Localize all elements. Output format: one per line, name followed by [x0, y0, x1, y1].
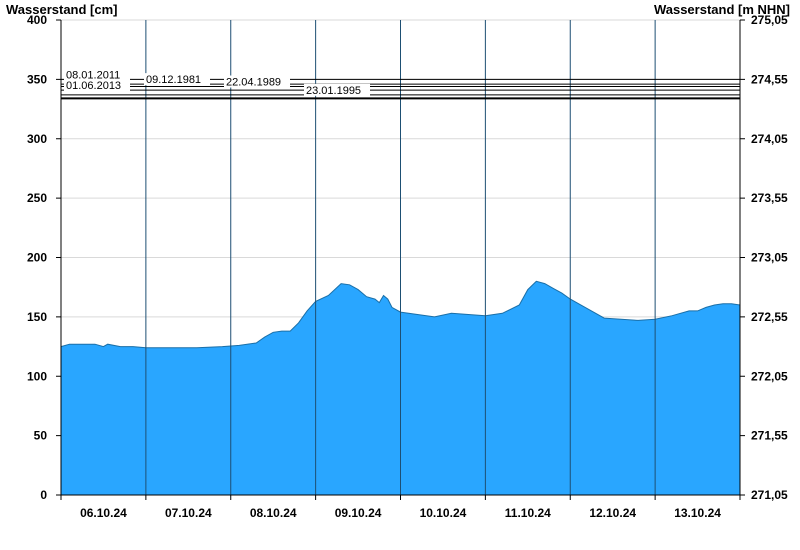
x-tick-label: 12.10.24: [589, 506, 636, 520]
y-tick-label-right: 271,55: [751, 429, 788, 443]
x-tick-label: 08.10.24: [250, 506, 297, 520]
y-tick-label-left: 200: [27, 251, 47, 265]
x-tick-label: 07.10.24: [165, 506, 212, 520]
historic-level-label: 09.12.1981: [146, 74, 201, 86]
historic-level-label: 01.06.2013: [66, 80, 121, 92]
x-tick-label: 13.10.24: [674, 506, 721, 520]
y-tick-label-right: 271,05: [751, 488, 788, 502]
x-tick-label: 06.10.24: [80, 506, 127, 520]
y-tick-label-right: 272,05: [751, 369, 788, 383]
historic-level-label: 22.04.1989: [226, 77, 281, 89]
y-tick-label-right: 273,05: [751, 251, 788, 265]
water-level-chart: Wasserstand [cm] Wasserstand [m NHN] 08.…: [6, 2, 790, 520]
y-tick-label-left: 300: [27, 132, 47, 146]
y-tick-label-right: 274,05: [751, 132, 788, 146]
y-tick-label-right: 272,55: [751, 310, 788, 324]
y-tick-label-left: 350: [27, 72, 47, 86]
y-tick-label-left: 100: [27, 369, 47, 383]
x-tick-label: 09.10.24: [335, 506, 382, 520]
x-tick-label: 11.10.24: [505, 506, 551, 520]
y-tick-label-right: 274,55: [751, 72, 788, 86]
historic-level-label: 23.01.1995: [306, 85, 361, 97]
y-tick-label-left: 50: [34, 429, 48, 443]
y-tick-label-right: 273,55: [751, 191, 788, 205]
x-tick-label: 10.10.24: [420, 506, 467, 520]
y-axis-title-left: Wasserstand [cm]: [6, 2, 118, 17]
y-tick-label-left: 250: [27, 191, 47, 205]
y-tick-label-left: 400: [27, 13, 47, 27]
y-tick-label-left: 150: [27, 310, 47, 324]
y-tick-label-right: 275,05: [751, 13, 788, 27]
y-tick-label-left: 0: [40, 488, 47, 502]
